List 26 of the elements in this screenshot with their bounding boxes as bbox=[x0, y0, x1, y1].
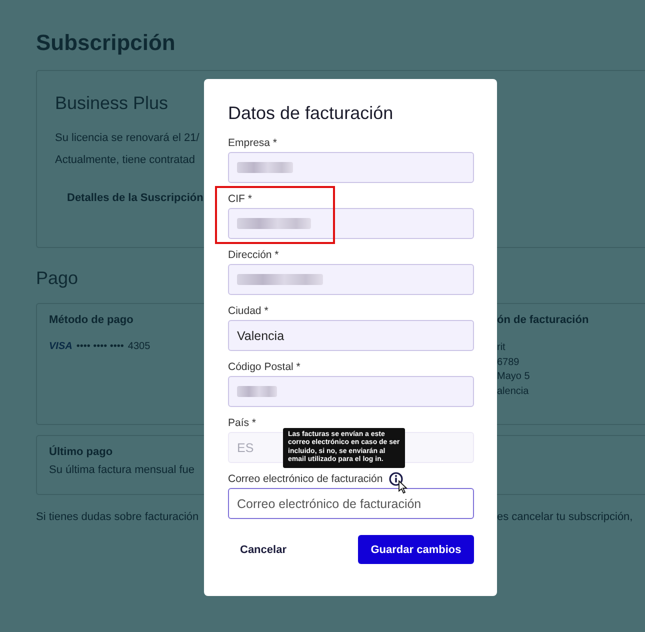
plan-name: Business Plus bbox=[55, 93, 168, 114]
address-line: alencia bbox=[497, 384, 529, 399]
field-label: CIF * bbox=[228, 193, 252, 205]
card-mask: •••• •••• •••• bbox=[76, 341, 124, 352]
last-payment-text: Su última factura mensual fue bbox=[49, 464, 195, 476]
field-label: Dirección * bbox=[228, 249, 279, 261]
card-title: Método de pago bbox=[49, 314, 134, 326]
address-line: 6789 bbox=[497, 356, 520, 370]
plan-text: Actualmente, tiene contratad bbox=[55, 154, 196, 166]
field-label: Código Postal * bbox=[228, 361, 300, 373]
help-text: es cancelar tu subscripción, bbox=[497, 511, 633, 523]
card-last-digits: 4305 bbox=[128, 341, 150, 352]
page-title: Subscripción bbox=[36, 30, 176, 56]
address-line: rit bbox=[497, 341, 506, 355]
field-label: Ciudad * bbox=[228, 305, 268, 317]
dialog-title: Datos de facturación bbox=[228, 103, 394, 124]
section-title: Pago bbox=[36, 268, 78, 289]
help-text: Si tienes dudas sobre facturación bbox=[36, 511, 199, 523]
field-label: Correo electrónico de facturación bbox=[228, 473, 383, 485]
plan-text: Su licencia se renovará el 21/ bbox=[55, 132, 200, 144]
field-label: Empresa * bbox=[228, 137, 278, 149]
card-title: ón de facturación bbox=[497, 314, 589, 326]
address-line: Mayo 5 bbox=[497, 370, 530, 384]
field-label: País * bbox=[228, 417, 256, 429]
card-title: Último pago bbox=[49, 446, 113, 458]
card-brand: VISA bbox=[49, 341, 72, 352]
